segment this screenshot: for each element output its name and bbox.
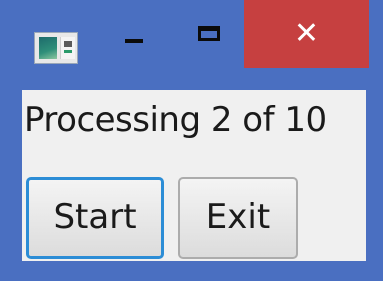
app-icon-right-pane xyxy=(60,37,75,59)
minimize-button[interactable] xyxy=(116,22,152,58)
close-button[interactable]: ✕ xyxy=(244,0,369,68)
close-icon: ✕ xyxy=(293,16,320,51)
client-area: Processing 2 of 10 Start Exit xyxy=(22,90,366,261)
application-window-icon[interactable] xyxy=(34,32,78,64)
start-button[interactable]: Start xyxy=(26,177,164,259)
app-window: ✕ Processing 2 of 10 Start Exit xyxy=(0,0,383,281)
maximize-icon xyxy=(198,26,220,41)
maximize-button[interactable] xyxy=(190,18,230,54)
exit-button[interactable]: Exit xyxy=(178,177,298,259)
title-bar[interactable]: ✕ xyxy=(0,0,383,86)
app-icon-left-pane xyxy=(39,37,57,59)
minimize-icon xyxy=(125,39,143,43)
status-label: Processing 2 of 10 xyxy=(24,100,327,140)
